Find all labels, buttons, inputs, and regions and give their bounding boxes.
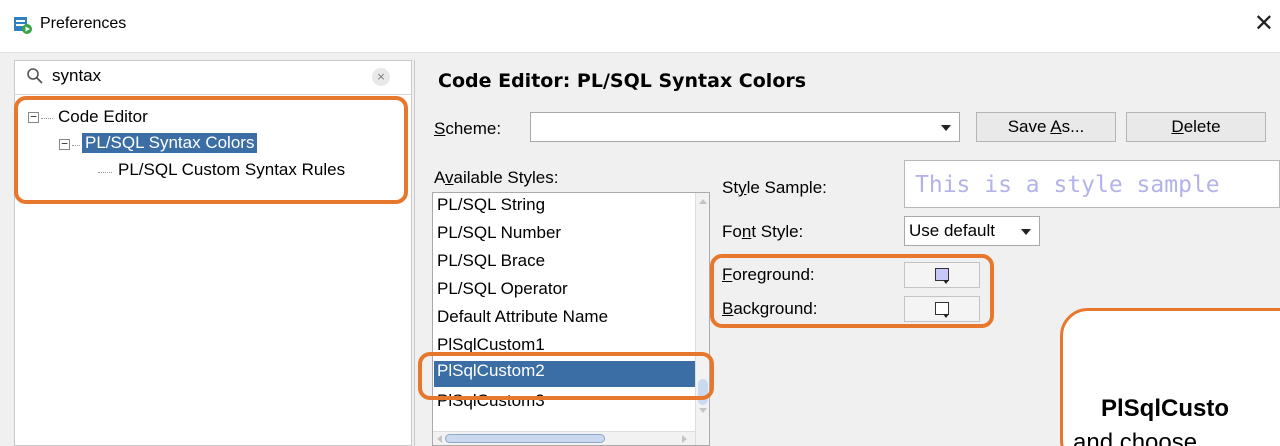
search-value: syntax [52,66,102,85]
scroll-right-icon[interactable] [681,435,689,443]
tree-item-label: PL/SQL Custom Syntax Rules [118,160,346,179]
available-styles-label: Available Styles: [434,168,559,187]
tree-connector [41,118,53,119]
font-style-value: Use default [909,221,995,240]
list-item[interactable]: PlSqlCustom3 [437,391,545,411]
callout-text-line2: and choose [1073,429,1198,446]
background-label: Background: [722,299,818,318]
save-as-button[interactable]: Save As... [976,112,1116,142]
font-style-dropdown[interactable]: Use default [904,216,1040,246]
scrollbar-thumb[interactable] [698,379,708,405]
close-icon[interactable]: ✕ [1254,9,1274,37]
list-item[interactable]: PL/SQL Operator [437,279,568,299]
search-icon [27,68,43,84]
search-input[interactable]: syntax × [22,64,394,90]
scroll-up-icon[interactable] [698,197,708,205]
vertical-scrollbar[interactable] [695,193,709,445]
foreground-color-button[interactable] [904,262,980,288]
horizontal-scrollbar[interactable] [433,431,695,445]
tree-item-label: Code Editor [58,107,148,126]
preferences-app-icon [14,17,32,34]
tree-item-label: PL/SQL Syntax Colors [82,133,258,153]
collapse-icon[interactable]: − [59,138,70,150]
list-item[interactable]: PL/SQL Brace [437,251,545,271]
tree-connector [98,172,112,173]
page-title: Code Editor: PL/SQL Syntax Colors [438,70,807,92]
list-item-selected[interactable]: PlSqlCustom2 [434,361,696,387]
chevron-down-icon [1021,229,1031,235]
scroll-left-icon[interactable] [435,435,443,443]
window-title: Preferences [40,15,127,32]
collapse-icon[interactable]: − [28,111,39,123]
scheme-dropdown[interactable] [530,112,960,142]
callout-text-line1: PlSqlCusto [1101,395,1230,422]
tutorial-callout: PlSqlCusto and choose [1060,308,1280,446]
dropdown-arrow-icon [943,280,949,284]
dropdown-arrow-icon [943,314,949,318]
font-style-label: Font Style: [722,222,804,241]
tree-connector [72,145,80,146]
scheme-label: Scheme: [434,119,502,138]
search-separator [14,94,412,95]
scrollbar-thumb[interactable] [445,434,605,443]
list-item[interactable]: PL/SQL Number [437,223,561,243]
clear-search-icon[interactable]: × [372,68,390,86]
style-sample-preview: This is a style sample [904,160,1280,208]
pane-splitter[interactable] [414,60,415,446]
delete-button[interactable]: Delete [1126,112,1266,142]
list-item[interactable]: PlSqlCustom1 [437,335,545,355]
style-sample-text: This is a style sample [915,172,1220,198]
background-color-button[interactable] [904,296,980,322]
list-item[interactable]: PL/SQL String [437,195,545,215]
list-item[interactable]: Default Attribute Name [437,307,608,327]
scroll-down-icon[interactable] [698,407,708,415]
style-sample-label: Style Sample: [722,178,827,197]
title-bar: Preferences ✕ [0,0,1280,52]
foreground-label: Foreground: [722,265,815,284]
chevron-down-icon [941,125,951,131]
available-styles-list[interactable]: PL/SQL String PL/SQL Number PL/SQL Brace… [432,192,710,446]
